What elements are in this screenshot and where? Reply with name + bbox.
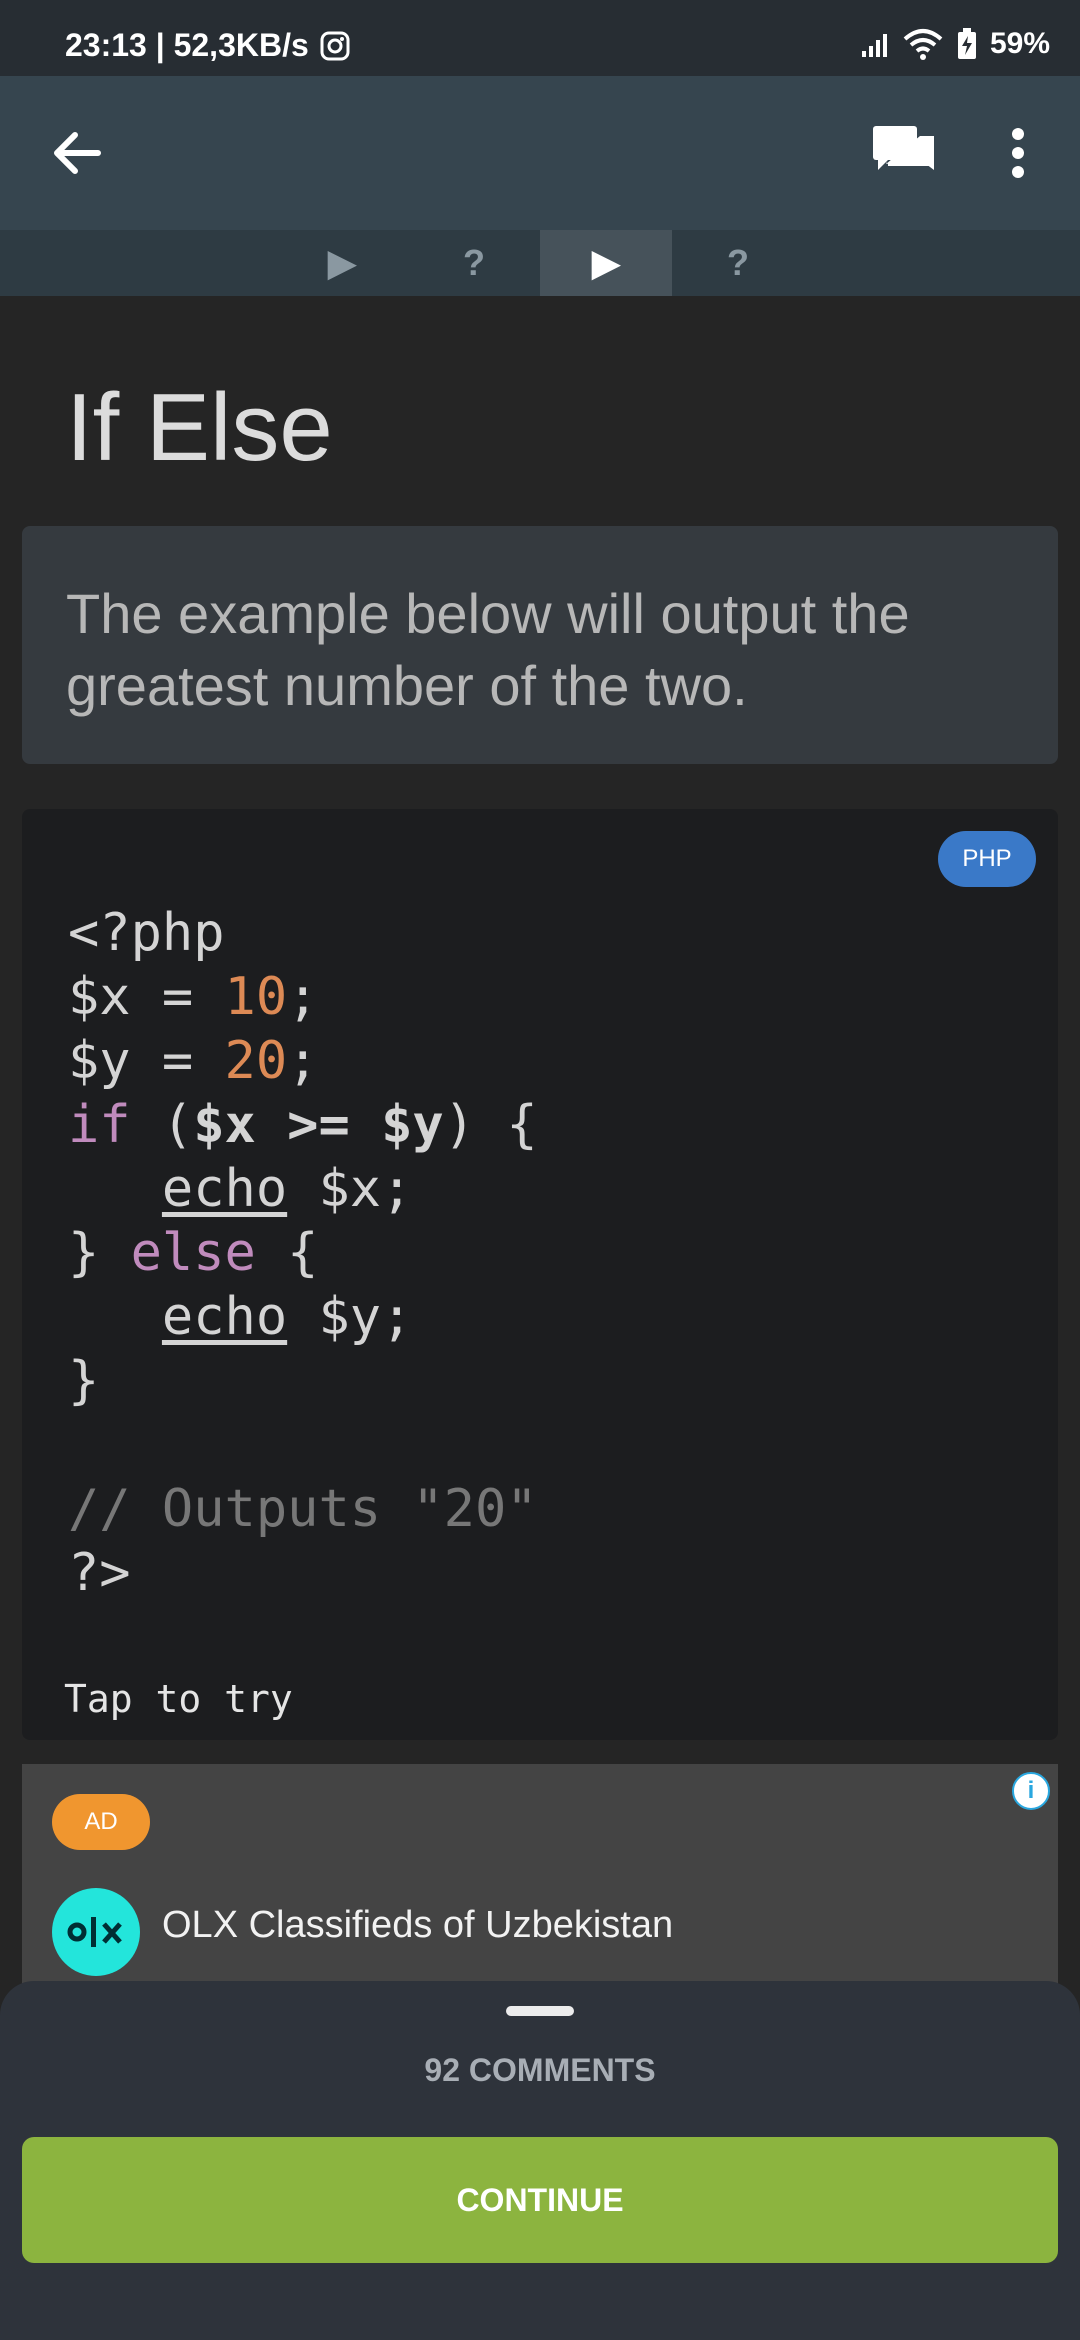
tab-lesson-play-2-active[interactable]: ▶	[540, 230, 672, 296]
ad-banner[interactable]: AD i OLX Classifieds of Uzbekistan	[22, 1764, 1058, 2014]
code-line: $y = 20;	[68, 1031, 319, 1091]
code-line: echo $y;	[161, 1287, 413, 1347]
code-line: echo $x;	[161, 1159, 413, 1219]
ad-badge: AD	[52, 1794, 150, 1850]
app-bar	[0, 76, 1080, 230]
instagram-icon	[320, 31, 350, 60]
lesson-title: If Else	[66, 374, 333, 481]
code-comment: // Outputs "20"	[68, 1479, 538, 1539]
info-icon[interactable]: i	[1012, 1772, 1050, 1810]
intro-card: The example below will output the greate…	[22, 526, 1058, 764]
battery-icon	[957, 28, 976, 59]
comments-bottom-sheet: 92 COMMENTS CONTINUE	[0, 1981, 1080, 2340]
intro-text: The example below will output the greate…	[66, 582, 910, 717]
olx-logo	[52, 1888, 140, 1976]
battery-percent: 59%	[989, 27, 1050, 60]
signal-icon	[861, 34, 887, 57]
status-bar: 23:13 | 52,3KB/s 59%	[0, 0, 1080, 76]
code-line: } else {	[68, 1223, 319, 1283]
tab-quiz-2[interactable]: ?	[672, 230, 804, 296]
chat-bubbles-icon	[873, 126, 934, 170]
code-line: if ($x >= $y) {	[68, 1095, 538, 1155]
arrow-left-icon	[54, 132, 101, 174]
wifi-icon	[903, 29, 943, 60]
ad-title: OLX Classifieds of Uzbekistan	[162, 1904, 674, 1946]
sheet-drag-handle[interactable]	[506, 2006, 574, 2016]
tab-lesson-play-1[interactable]: ▶	[276, 230, 408, 296]
lesson-tabs: ▶ ? ▶ ?	[0, 230, 1080, 296]
comments-count[interactable]: 92 COMMENTS	[0, 2052, 1080, 2089]
code-line: }	[68, 1351, 100, 1411]
status-time-speed: 23:13 | 52,3KB/s	[65, 27, 309, 63]
more-vert-icon	[1012, 128, 1024, 178]
code-line: ?>	[68, 1543, 131, 1603]
tap-to-try[interactable]: Tap to try	[64, 1677, 293, 1721]
code-block: <?php $x = 10; $y = 20; if ($x >= $y) { …	[68, 901, 538, 1605]
comments-button[interactable]	[855, 105, 951, 201]
code-line: $x = 10;	[68, 967, 319, 1027]
continue-button[interactable]: CONTINUE	[22, 2137, 1058, 2263]
tab-quiz-1[interactable]: ?	[408, 230, 540, 296]
back-button[interactable]	[29, 105, 125, 201]
more-menu-button[interactable]	[970, 105, 1066, 201]
code-line: <?php	[68, 903, 225, 963]
language-badge: PHP	[938, 831, 1036, 887]
code-example[interactable]: PHP <?php $x = 10; $y = 20; if ($x >= $y…	[22, 809, 1058, 1740]
